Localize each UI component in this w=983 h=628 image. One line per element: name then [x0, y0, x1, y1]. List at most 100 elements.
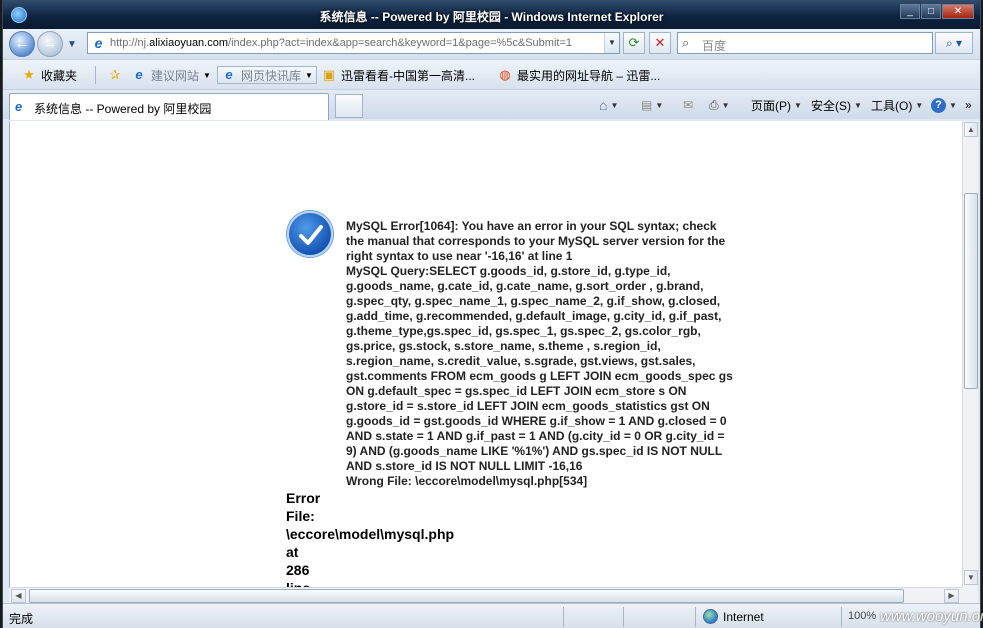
search-provider-icon: ⌕ [682, 35, 690, 50]
stop-button[interactable]: ✕ [649, 32, 671, 54]
zone-label: Internet [723, 609, 764, 624]
overflow-chevron-icon: » [965, 98, 972, 112]
search-placeholder: 百度 [702, 39, 727, 53]
tools-menu-label: 工具(O) [871, 98, 913, 113]
ie-page-icon: e [15, 99, 23, 114]
ie-page-icon: e [135, 67, 143, 82]
minimize-button[interactable]: _ [900, 4, 920, 19]
safety-menu-label: 安全(S) [811, 98, 851, 113]
tab-active[interactable]: e 系统信息 -- Powered by 阿里校园 [9, 93, 329, 120]
safety-menu[interactable]: 安全(S) ▼ [811, 96, 862, 114]
home-button[interactable]: ⌂ ▼ [599, 96, 618, 114]
address-field[interactable]: e http://nj.alixiaoyuan.com/index.php?ac… [87, 32, 620, 54]
search-icon: ⌕ ▾ [945, 36, 963, 50]
chevron-down-icon: ▼ [915, 100, 924, 110]
rss-feed-icon: ▤ [641, 98, 653, 112]
vertical-scroll-thumb[interactable] [964, 193, 978, 389]
fav-item-label: 迅雷看看-中国第一高清... [341, 68, 475, 83]
forward-button[interactable]: → [37, 31, 63, 57]
chevron-down-icon: ▼ [794, 100, 802, 110]
window-controls: _ □ ✕ [900, 4, 974, 19]
status-divider [623, 607, 624, 627]
scroll-right-button[interactable]: ▶ [944, 589, 959, 603]
search-input[interactable]: ⌕ 百度 [677, 32, 933, 54]
chevron-down-icon: ▼ [949, 100, 957, 110]
fav-item-label: 网页快讯库 [241, 68, 302, 83]
security-zone[interactable]: Internet [703, 609, 764, 624]
arrow-right-icon: → [42, 35, 58, 52]
printer-icon: ⎙ [709, 97, 719, 112]
fav-item-url-navigation[interactable]: ◍ 最实用的网址导航 – 迅雷... [497, 66, 660, 84]
toolbar-divider [95, 66, 96, 84]
site-favicon-icon: ▣ [322, 67, 336, 82]
address-url[interactable]: http://nj.alixiaoyuan.com/index.php?act=… [110, 37, 572, 49]
print-button[interactable]: ⎙ ▼ [709, 96, 730, 114]
add-to-favorites-bar-button[interactable]: ✰ [107, 66, 123, 84]
mail-icon: ✉ [683, 98, 694, 112]
favorites-star-icon: ★ [23, 67, 35, 82]
tab-label: 系统信息 -- Powered by 阿里校园 [34, 102, 212, 116]
watermark: www.wooyun.org [880, 608, 983, 625]
tab-row: e 系统信息 -- Powered by 阿里校园 ⌂ ▼ ▤ ▼ ✉ ⎙ ▼ … [3, 89, 980, 120]
search-button[interactable]: ⌕ ▾ [935, 32, 973, 54]
feeds-button[interactable]: ▤ ▼ [641, 96, 663, 114]
zoom-level[interactable]: 100% [848, 610, 876, 622]
home-icon: ⌂ [599, 97, 608, 113]
horizontal-scrollbar[interactable]: ◀ ▶ [9, 587, 962, 603]
chevron-down-icon: ▼ [203, 70, 211, 80]
stop-icon: ✕ [654, 35, 666, 50]
ie-page-icon: e [225, 67, 233, 82]
page-menu-label: 页面(P) [751, 98, 791, 113]
site-favicon-icon: ◍ [499, 67, 511, 82]
read-mail-button[interactable]: ✉ [683, 96, 693, 114]
checkmark-icon [287, 211, 333, 257]
title-bar: 系统信息 -- Powered by 阿里校园 - Windows Intern… [3, 1, 980, 29]
chevron-down-icon: ▼ [610, 100, 619, 110]
horizontal-scroll-thumb[interactable] [29, 589, 904, 603]
status-divider [841, 607, 842, 627]
scroll-up-button[interactable]: ▲ [964, 122, 978, 137]
back-button[interactable]: ← [9, 31, 35, 57]
browser-window: 系统信息 -- Powered by 阿里校园 - Windows Intern… [2, 0, 981, 628]
maximize-button[interactable]: □ [921, 4, 941, 19]
page-content: MySQL Error[1064]: You have an error in … [9, 121, 962, 587]
arrow-left-icon: ← [14, 35, 30, 52]
new-tab-button[interactable] [335, 94, 363, 118]
mysql-error-message: MySQL Error[1064]: You have an error in … [346, 219, 733, 488]
error-file-info: Error File: \eccore\model\mysql.php at 2… [286, 490, 455, 587]
status-bar: 完成 Internet 100% [3, 603, 980, 628]
chevron-down-icon: ▼ [721, 100, 730, 110]
chevron-down-icon: ▼ [305, 70, 313, 80]
tools-menu[interactable]: 工具(O) ▼ [871, 96, 923, 114]
refresh-icon: ⟳ [628, 35, 640, 50]
fav-item-label: 最实用的网址导航 – 迅雷... [517, 68, 661, 83]
fav-item-web-slice-gallery[interactable]: e 网页快讯库 ▼ [217, 66, 317, 84]
scrollbar-corner [962, 587, 978, 603]
refresh-button[interactable]: ⟳ [623, 32, 645, 54]
vertical-scrollbar[interactable]: ▲ ▼ [962, 121, 978, 587]
address-toolbar: ← → ▼ e http://nj.alixiaoyuan.com/index.… [3, 29, 980, 59]
fav-item-xunlei-kankan[interactable]: ▣ 迅雷看看-中国第一高清... [321, 66, 475, 84]
add-favorite-icon: ✰ [109, 67, 121, 82]
help-icon: ? [931, 97, 946, 113]
favorites-bar: ★ 收藏夹 ✰ e 建议网站 ▼ e 网页快讯库 ▼ ▣ 迅雷看看-中国第一高清… [3, 59, 980, 89]
help-button[interactable]: ? ▼ [931, 96, 957, 114]
address-dropdown-button[interactable]: ▼ [604, 33, 619, 53]
favorites-button[interactable]: ★ 收藏夹 [21, 66, 77, 84]
fav-item-suggested-sites[interactable]: e 建议网站 ▼ [131, 66, 211, 84]
status-divider [563, 607, 564, 627]
favorites-label: 收藏夹 [41, 68, 78, 83]
status-text: 完成 [9, 612, 34, 626]
scroll-left-button[interactable]: ◀ [11, 589, 26, 603]
scroll-down-button[interactable]: ▼ [964, 570, 978, 585]
close-button[interactable]: ✕ [942, 4, 974, 19]
globe-icon [703, 609, 718, 624]
fav-item-label: 建议网站 [151, 68, 200, 83]
toolbar-overflow-button[interactable]: » [965, 96, 972, 114]
recent-pages-dropdown[interactable]: ▼ [67, 39, 77, 50]
chevron-down-icon: ▼ [655, 100, 664, 110]
window-title: 系统信息 -- Powered by 阿里校园 - Windows Intern… [319, 10, 664, 24]
ie-page-icon: e [94, 35, 103, 51]
status-divider [695, 607, 696, 627]
page-menu[interactable]: 页面(P) ▼ [751, 96, 802, 114]
